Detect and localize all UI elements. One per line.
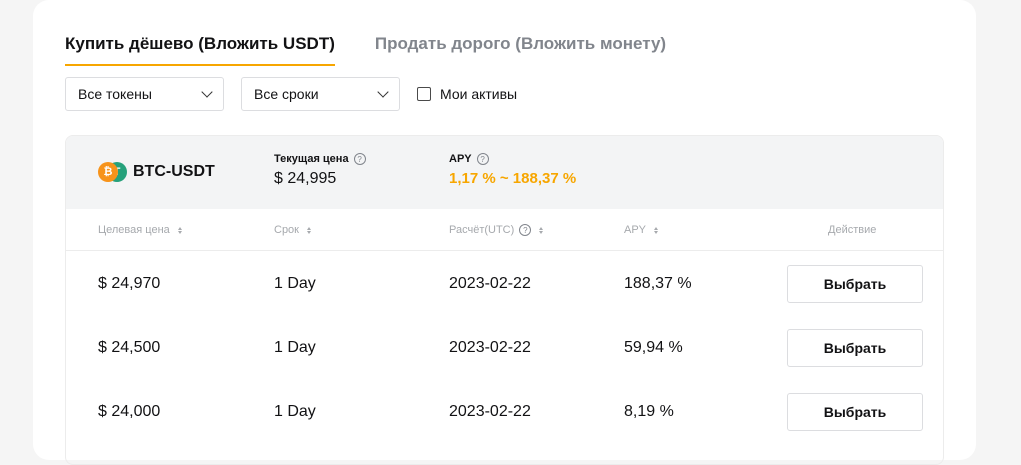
table-row: $ 24,500 1 Day 2023-02-22 59,94 % Выбрат… bbox=[66, 315, 943, 379]
help-icon[interactable]: ? bbox=[476, 153, 489, 165]
pair-panel: ₿ T BTC-USDT Текущая цена ? $ 24,995 APY… bbox=[65, 135, 944, 465]
apy-range-value: 1,17 % ~ 188,37 % bbox=[449, 170, 577, 187]
checkbox-box[interactable] bbox=[417, 87, 431, 101]
apy-cell: 188,37 % bbox=[624, 275, 692, 292]
term-cell: 1 Day bbox=[274, 339, 316, 356]
settlement-cell: 2023-02-22 bbox=[449, 403, 531, 420]
apy-cell: 59,94 % bbox=[624, 339, 683, 356]
help-icon[interactable]: ? bbox=[353, 153, 366, 165]
chevron-down-icon bbox=[377, 86, 389, 98]
target-price-cell: $ 24,500 bbox=[98, 339, 161, 356]
col-settlement[interactable]: Расчёт(UTC) ? bbox=[449, 224, 544, 236]
filters-bar: Все токены Все сроки Мои активы bbox=[65, 77, 517, 111]
my-assets-checkbox[interactable]: Мои активы bbox=[417, 86, 517, 102]
select-button[interactable]: Выбрать bbox=[787, 329, 923, 367]
my-assets-label: Мои активы bbox=[440, 86, 518, 102]
terms-select-value: Все сроки bbox=[254, 86, 319, 102]
apy-label: APY bbox=[449, 153, 472, 165]
apy-block: APY ? 1,17 % ~ 188,37 % bbox=[449, 153, 576, 187]
table-row: $ 24,000 1 Day 2023-02-22 8,19 % Выбрать bbox=[66, 379, 943, 443]
col-apy[interactable]: APY bbox=[624, 224, 659, 236]
sort-icon bbox=[307, 226, 311, 234]
settlement-cell: 2023-02-22 bbox=[449, 339, 531, 356]
select-button[interactable]: Выбрать bbox=[787, 265, 923, 303]
term-cell: 1 Day bbox=[274, 275, 316, 292]
pair-title: ₿ T BTC-USDT bbox=[98, 162, 215, 182]
tokens-select[interactable]: Все токены bbox=[65, 77, 224, 111]
help-icon[interactable]: ? bbox=[519, 224, 532, 236]
table-row: $ 24,970 1 Day 2023-02-22 188,37 % Выбра… bbox=[66, 251, 943, 315]
target-price-cell: $ 24,970 bbox=[98, 275, 161, 292]
current-price-value: $ 24,995 bbox=[274, 170, 337, 187]
col-action: Действие bbox=[828, 224, 877, 236]
pair-icons: ₿ T bbox=[98, 162, 130, 182]
terms-select[interactable]: Все сроки bbox=[241, 77, 400, 111]
tokens-select-value: Все токены bbox=[78, 86, 152, 102]
product-card: Купить дёшево (Вложить USDT) Продать дор… bbox=[33, 0, 976, 465]
col-term[interactable]: Срок bbox=[274, 224, 311, 236]
apy-cell: 8,19 % bbox=[624, 403, 674, 420]
tab-sell-high[interactable]: Продать дорого (Вложить монету) bbox=[375, 34, 666, 66]
current-price-block: Текущая цена ? $ 24,995 bbox=[274, 153, 366, 188]
sort-icon bbox=[654, 226, 659, 234]
chevron-down-icon bbox=[201, 86, 213, 98]
current-price-label: Текущая цена bbox=[274, 153, 349, 165]
sort-icon bbox=[177, 226, 182, 234]
select-button[interactable]: Выбрать bbox=[787, 393, 923, 431]
pair-name: BTC-USDT bbox=[133, 163, 215, 180]
term-cell: 1 Day bbox=[274, 403, 316, 420]
sort-icon bbox=[539, 226, 544, 234]
col-target-price[interactable]: Целевая цена bbox=[98, 224, 182, 236]
target-price-cell: $ 24,000 bbox=[98, 403, 161, 420]
table-header: Целевая цена Срок Расчёт(UTC) ? APY Дейс… bbox=[66, 209, 943, 251]
settlement-cell: 2023-02-22 bbox=[449, 275, 531, 292]
tab-buy-low[interactable]: Купить дёшево (Вложить USDT) bbox=[65, 34, 335, 66]
tab-bar: Купить дёшево (Вложить USDT) Продать дор… bbox=[65, 34, 666, 66]
btc-coin-icon: ₿ bbox=[98, 162, 118, 182]
pair-header: ₿ T BTC-USDT Текущая цена ? $ 24,995 APY… bbox=[66, 136, 943, 209]
